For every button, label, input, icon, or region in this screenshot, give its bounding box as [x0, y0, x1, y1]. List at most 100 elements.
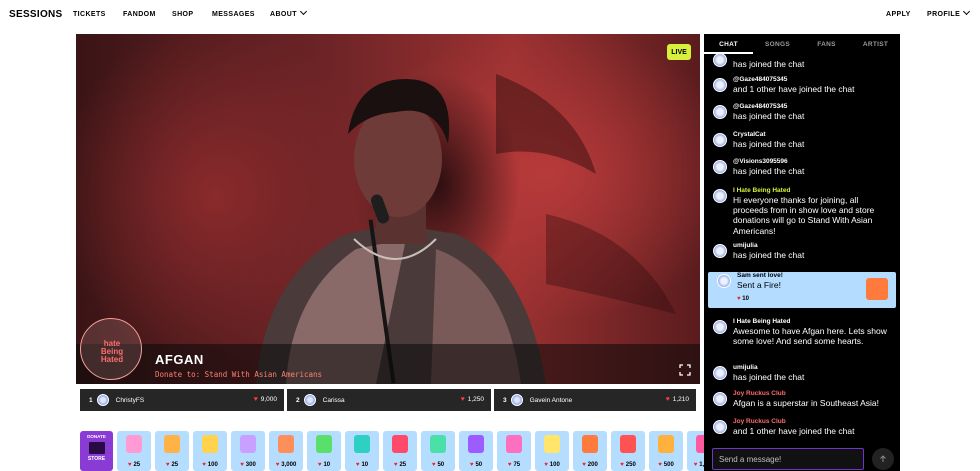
chat-text: Hi everyone thanks for joining, all proc… [733, 195, 875, 236]
chat-text: has joined the chat [733, 166, 805, 176]
heart-icon: ♥ [165, 462, 170, 468]
nav-shop[interactable]: SHOP [172, 11, 193, 18]
chat-gift-message: Sam sent love! Sent a Fire! ♥ 10 [708, 272, 896, 308]
avatar [713, 133, 727, 147]
gift-price: ♥ 10 [355, 462, 369, 468]
chat-username: I Hate Being Hated [733, 318, 791, 325]
chat-username: @Gaze484075345 [733, 103, 788, 110]
gift-sticker-icon [468, 435, 484, 453]
chat-text: and 1 other have joined the chat [733, 426, 855, 436]
love-amount: ♥ 1,210 [665, 396, 689, 403]
gift-item[interactable]: ♥ 50 [421, 431, 455, 471]
nav-profile-label: PROFILE [927, 11, 961, 18]
gift-item[interactable]: ♥ 25 [117, 431, 151, 471]
avatar [713, 160, 727, 174]
chat-input[interactable]: Send a message! [712, 448, 864, 470]
heart-icon: ♥ [431, 462, 436, 468]
store-icon [88, 442, 105, 454]
love-count: ♥ 10 [737, 296, 749, 302]
sessions-logo[interactable]: SESSIONS [9, 9, 63, 20]
store-button[interactable]: DONATE STORE [80, 431, 113, 471]
heart-icon: ♥ [469, 462, 474, 468]
gift-item[interactable]: ♥ 100 [193, 431, 227, 471]
avatar [713, 244, 727, 258]
gift-item[interactable]: ♥ 250 [611, 431, 645, 471]
fullscreen-icon[interactable] [679, 364, 691, 376]
chat-text: has joined the chat [733, 250, 805, 260]
chat-username: @Gaze484075345 [733, 76, 788, 83]
gift-price: ♥ 25 [165, 462, 179, 468]
rank-number: 3 [503, 396, 507, 404]
heart-icon: ♥ [460, 396, 465, 403]
chat-text: has joined the chat [733, 372, 805, 382]
gift-item[interactable]: ♥ 300 [231, 431, 265, 471]
chat-username: I Hate Being Hated [733, 187, 791, 194]
nav-fandom[interactable]: FANDOM [123, 11, 156, 18]
gift-item[interactable]: ♥ 25 [383, 431, 417, 471]
tab-artist[interactable]: ARTIST [851, 34, 900, 54]
chat-username: umijulia [733, 242, 758, 249]
chat-text: and 1 other have joined the chat [733, 84, 855, 94]
chat-panel: CHAT SONGS FANS ARTIST has joined the ch… [704, 34, 900, 471]
heart-icon: ♥ [275, 462, 280, 468]
gift-item[interactable]: ♥ 50 [459, 431, 493, 471]
heart-icon: ♥ [393, 462, 398, 468]
leaderboard-entry: 1 ChristyFS ♥ 9,000 [80, 389, 284, 411]
gift-item[interactable]: ♥ 100 [535, 431, 569, 471]
nav-tickets[interactable]: TICKETS [73, 11, 106, 18]
nav-about[interactable]: ABOUT [270, 7, 307, 18]
top-nav: SESSIONS TICKETS FANDOM SHOP MESSAGES AB… [0, 0, 980, 30]
nav-apply[interactable]: APPLY [886, 11, 911, 18]
gift-price: ♥ 50 [431, 462, 445, 468]
rank-number: 1 [89, 396, 93, 404]
gift-item[interactable]: ♥ 75 [497, 431, 531, 471]
gift-item[interactable]: ♥ 500 [649, 431, 683, 471]
heart-icon: ♥ [317, 462, 322, 468]
chat-message-list[interactable]: has joined the chat @Gaze484075345 and 1 o… [704, 54, 900, 446]
nav-messages[interactable]: MESSAGES [212, 11, 255, 18]
chat-tabs: CHAT SONGS FANS ARTIST [704, 34, 900, 54]
gift-item[interactable]: ♥ 200 [573, 431, 607, 471]
video-player[interactable]: LIVE hate Being Hated AFGAN Donate to: Sta… [76, 34, 700, 384]
donate-text[interactable]: Donate to: Stand With Asian Americans [155, 370, 322, 379]
chevron-down-icon [963, 7, 971, 16]
chat-username: Joy Ruckus Club [733, 418, 786, 425]
nav-profile[interactable]: PROFILE [927, 7, 971, 18]
gift-sticker-icon [316, 435, 332, 453]
gift-sticker-icon [506, 435, 522, 453]
chevron-down-icon [299, 7, 307, 16]
gift-price: ♥ 3,000 [275, 462, 297, 468]
gift-item[interactable]: ♥ 10 [307, 431, 341, 471]
fan-name: Carissa [322, 396, 345, 404]
chat-username: Joy Ruckus Club [733, 390, 786, 397]
avatar [303, 394, 316, 406]
gift-item[interactable]: ♥ 3,000 [269, 431, 303, 471]
store-label: STORE [87, 456, 106, 462]
logo-wordmark: hate Being Hated [100, 339, 124, 364]
gift-item[interactable]: ♥ 25 [155, 431, 189, 471]
avatar [96, 394, 109, 406]
heart-icon: ♥ [658, 462, 662, 468]
tab-fans[interactable]: FANS [802, 34, 851, 54]
gift-item[interactable]: ♥ 10 [345, 431, 379, 471]
gift-price: ♥ 200 [582, 462, 598, 468]
tab-chat[interactable]: CHAT [704, 34, 753, 54]
avatar [717, 274, 731, 288]
chat-text: has joined the chat [733, 111, 805, 121]
gift-price: ♥ 25 [393, 462, 407, 468]
gift-price: ♥ 10 [317, 462, 331, 468]
arrow-up-icon [880, 455, 886, 462]
heart-icon: ♥ [507, 462, 512, 468]
tab-songs[interactable]: SONGS [753, 34, 802, 54]
gift-sticker-icon [126, 435, 142, 453]
send-button[interactable] [872, 448, 894, 470]
fire-sticker-icon [866, 278, 888, 300]
chat-text: has joined the chat [733, 59, 805, 69]
gift-sticker-icon [392, 435, 408, 453]
heart-icon: ♥ [693, 462, 698, 468]
gift-price: ♥ 300 [240, 462, 256, 468]
avatar [713, 54, 727, 67]
heart-icon: ♥ [582, 462, 586, 468]
performer-silhouette [256, 74, 676, 384]
store-donate-label: DONATE [87, 434, 106, 439]
